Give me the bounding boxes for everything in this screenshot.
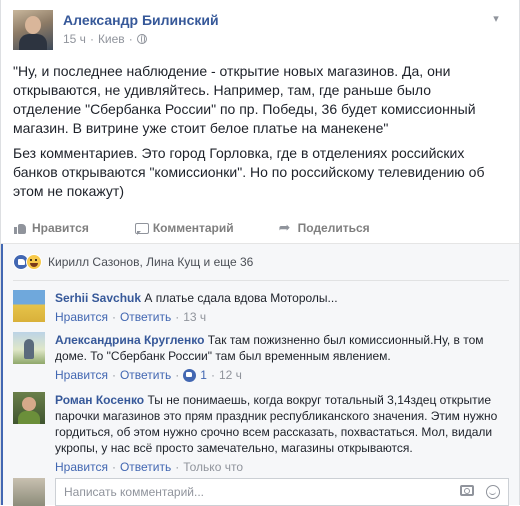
current-user-avatar (13, 478, 45, 506)
commenter-avatar[interactable] (13, 332, 45, 364)
comment-reply-link[interactable]: Ответить (120, 367, 171, 383)
link-separator: · (175, 368, 180, 382)
divider (13, 280, 509, 281)
comment-time[interactable]: 12 ч (219, 367, 242, 383)
post-header: Александр Билинский 15 ч · Киев · ▾ (13, 10, 507, 54)
reactions-text[interactable]: Кирилл Сазонов, Лина Кущ и еще 36 (48, 255, 253, 269)
link-separator: · (111, 368, 116, 382)
comment-composer: Написать комментарий... (13, 478, 509, 506)
comment-like-count[interactable]: 1 (200, 367, 207, 383)
author-avatar[interactable] (13, 10, 53, 50)
author-name[interactable]: Александр Билинский (63, 12, 219, 28)
share-button[interactable]: Поделиться (279, 219, 370, 236)
avatar-body (18, 411, 40, 424)
post-paragraph: "Ну, и последнее наблюдение - открытие н… (13, 63, 476, 136)
share-arrow-icon (279, 219, 293, 236)
avatar-figure (24, 339, 34, 359)
thumbs-up-icon (13, 221, 27, 235)
comment-body: Роман Косенко Ты не понимаешь, когда вок… (55, 392, 509, 475)
comment-text: А платье сдала вдова Моторолы... (144, 291, 338, 305)
link-separator: · (111, 460, 116, 474)
comment-input[interactable]: Написать комментарий... (55, 478, 509, 506)
comment-button[interactable]: Комментарий (134, 221, 234, 235)
post-text: "Ну, и последнее наблюдение - открытие н… (13, 62, 503, 207)
speech-bubble-icon (134, 221, 149, 235)
comment-time[interactable]: 13 ч (183, 309, 206, 325)
share-label: Поделиться (297, 221, 370, 235)
comment-content: Serhii Savchuk А платье сдала вдова Мото… (55, 290, 509, 306)
like-button[interactable]: Нравится (13, 221, 89, 235)
comment-links: Нравится · Ответить · 13 ч (55, 309, 509, 325)
comment-links: Нравится · Ответить · Только что (55, 459, 509, 475)
camera-icon[interactable] (460, 485, 474, 496)
link-separator: · (175, 460, 180, 474)
smiley-icon[interactable] (486, 485, 500, 499)
like-label: Нравится (32, 221, 89, 235)
post-location[interactable]: Киев (98, 32, 125, 46)
post-actions: Нравится Комментарий Поделиться (13, 216, 507, 240)
comment-body: Serhii Savchuk А платье сдала вдова Мото… (55, 290, 509, 325)
commenter-name[interactable]: Serhii Savchuk (55, 291, 141, 305)
link-separator: · (210, 368, 215, 382)
comment-label: Комментарий (152, 221, 234, 235)
meta-separator: · (89, 32, 94, 46)
commenter-name[interactable]: Роман Косенко (55, 393, 144, 407)
globe-icon[interactable] (136, 34, 147, 44)
meta-separator: · (128, 32, 133, 46)
post-meta: 15 ч · Киев · (63, 32, 147, 46)
comment-like-link[interactable]: Нравится (55, 459, 108, 475)
comment-content: Александрина Кругленко Так там пожизненн… (55, 332, 509, 364)
haha-reaction-icon (26, 254, 42, 270)
commenter-avatar[interactable] (13, 290, 45, 322)
avatar-body (19, 34, 47, 50)
comment-content: Роман Косенко Ты не понимаешь, когда вок… (55, 392, 509, 456)
comment-like-link[interactable]: Нравится (55, 309, 108, 325)
commenter-name[interactable]: Александрина Кругленко (55, 333, 204, 347)
comment-reply-link[interactable]: Ответить (120, 459, 171, 475)
post-paragraph: Без комментариев. Это город Горловка, гд… (13, 145, 485, 199)
avatar-head (25, 16, 41, 34)
commenter-avatar[interactable] (13, 392, 45, 424)
comment-links: Нравится · Ответить · 1 · 12 ч (55, 367, 509, 383)
post-card: Александр Билинский 15 ч · Киев · ▾ "Ну,… (0, 0, 520, 506)
composer-icons (460, 485, 500, 499)
chevron-down-icon[interactable]: ▾ (489, 12, 503, 26)
comment-reply-link[interactable]: Ответить (120, 309, 171, 325)
thumbs-up-icon (183, 368, 197, 382)
comment-body: Александрина Кругленко Так там пожизненн… (55, 332, 509, 383)
comment-time[interactable]: Только что (183, 459, 243, 475)
reactions-summary[interactable]: Кирилл Сазонов, Лина Кущ и еще 36 (13, 254, 253, 270)
link-separator: · (175, 310, 180, 324)
comment-like-link[interactable]: Нравится (55, 367, 108, 383)
post-time[interactable]: 15 ч (63, 32, 86, 46)
avatar-head (22, 397, 36, 411)
comment-input-placeholder: Написать комментарий... (64, 485, 205, 499)
feedback-section: Кирилл Сазонов, Лина Кущ и еще 36 Serhii… (1, 244, 519, 506)
link-separator: · (111, 310, 116, 324)
